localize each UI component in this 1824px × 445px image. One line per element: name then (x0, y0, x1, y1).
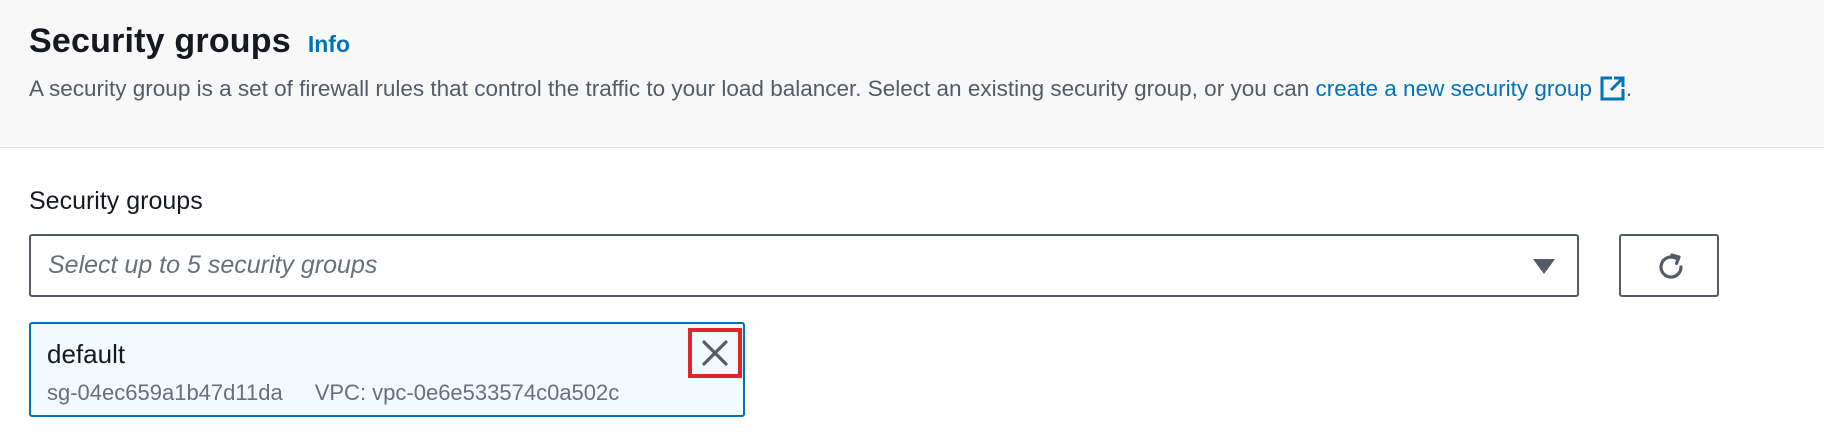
token-group-name: default (47, 339, 126, 369)
security-group-token: default sg-04ec659a1b47d11da VPC: vpc-0e6… (29, 322, 745, 417)
refresh-button[interactable] (1619, 234, 1719, 297)
refresh-icon (1659, 253, 1683, 279)
close-icon (702, 340, 728, 366)
select-placeholder: Select up to 5 security groups (48, 251, 378, 279)
info-link[interactable]: Info (308, 31, 350, 58)
security-groups-select[interactable]: Select up to 5 security groups (29, 234, 1579, 297)
create-security-group-link[interactable]: create a new security group (1315, 75, 1626, 101)
description-suffix: . (1625, 76, 1633, 101)
caret-down-icon (1533, 259, 1555, 274)
section-header: Security groups Info A security group is… (0, 0, 1824, 148)
section-description: A security group is a set of firewall ru… (29, 75, 1632, 107)
remove-security-group-button[interactable] (688, 328, 742, 378)
external-link-icon (1600, 75, 1626, 107)
page-title: Security groups (29, 22, 291, 60)
token-vpc-id: VPC: vpc-0e6e533574c0a502c (314, 380, 620, 405)
description-text: A security group is a set of firewall ru… (29, 76, 1316, 101)
security-groups-label: Security groups (29, 187, 203, 215)
token-group-id: sg-04ec659a1b47d11da (47, 380, 283, 405)
create-security-group-link-label: create a new security group (1315, 76, 1592, 101)
token-meta: sg-04ec659a1b47d11da VPC: vpc-0e6e533574c… (47, 380, 619, 406)
title-row: Security groups Info (29, 22, 350, 61)
